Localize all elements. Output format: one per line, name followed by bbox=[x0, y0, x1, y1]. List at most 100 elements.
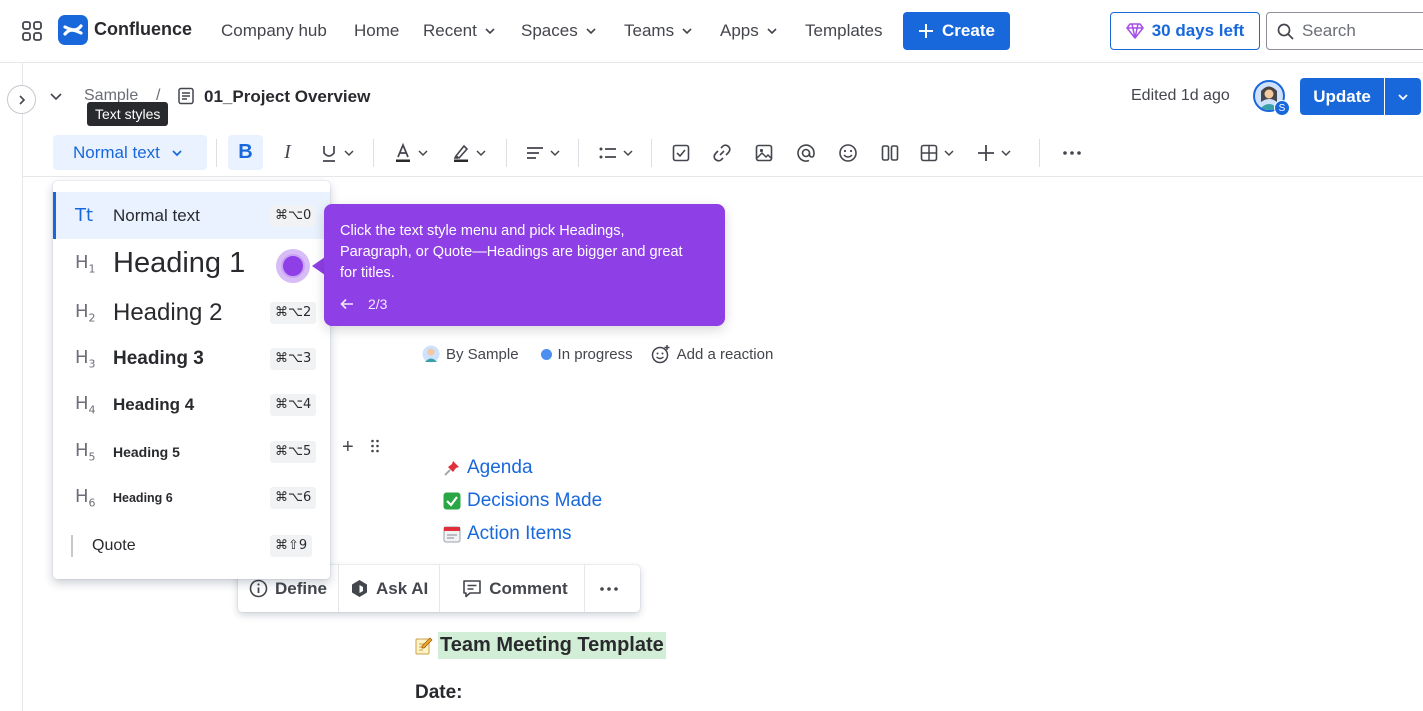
add-reaction-label[interactable]: Add a reaction bbox=[677, 346, 774, 363]
nav-home[interactable]: Home bbox=[354, 20, 399, 42]
content-heading[interactable]: Team Meeting Template bbox=[414, 632, 666, 659]
sidebar-rail bbox=[0, 63, 23, 711]
breadcrumb-page-title[interactable]: 01_Project Overview bbox=[204, 87, 370, 107]
mention-button[interactable] bbox=[789, 135, 823, 170]
create-button[interactable]: Create bbox=[903, 12, 1010, 50]
author-avatar-icon bbox=[422, 345, 440, 363]
edited-status[interactable]: Edited 1d ago bbox=[1131, 87, 1230, 105]
heading-6-icon: H6 bbox=[75, 486, 96, 510]
chevron-down-icon bbox=[344, 149, 354, 156]
bullet-list-icon bbox=[599, 147, 616, 158]
bold-button[interactable]: B bbox=[228, 135, 263, 170]
guide-navigation: 2/3 bbox=[340, 296, 387, 312]
layout-button[interactable] bbox=[873, 135, 907, 170]
columns-icon bbox=[881, 144, 899, 161]
nav-spaces[interactable]: Spaces bbox=[521, 20, 598, 42]
shortcut-badge: ⌘⌥0 bbox=[270, 204, 317, 227]
update-button[interactable]: Update bbox=[1300, 78, 1384, 115]
guide-step-counter: 2/3 bbox=[368, 296, 388, 312]
toolbar-divider bbox=[651, 139, 652, 167]
toolbar-divider bbox=[1039, 139, 1040, 167]
mention-icon bbox=[797, 143, 815, 162]
gem-icon bbox=[1125, 23, 1144, 39]
insert-block-plus-icon[interactable]: + bbox=[342, 436, 354, 459]
more-actions-button[interactable] bbox=[585, 565, 633, 612]
menu-item-heading-4[interactable]: H4 Heading 4 ⌘⌥4 bbox=[53, 382, 330, 428]
date-label[interactable]: Date: bbox=[415, 682, 463, 704]
status-dot bbox=[540, 348, 552, 360]
table-button[interactable] bbox=[913, 135, 961, 170]
menu-item-heading-6[interactable]: H6 Heading 6 ⌘⌥6 bbox=[53, 475, 330, 521]
top-navigation: Confluence Company hub Home Recent Space… bbox=[0, 0, 1423, 63]
nav-apps[interactable]: Apps bbox=[720, 20, 779, 42]
check-mark-button-icon bbox=[443, 492, 461, 510]
heading-1-icon: H1 bbox=[75, 251, 96, 276]
text-style-dropdown[interactable]: Normal text bbox=[53, 135, 207, 170]
menu-item-heading-2[interactable]: H2 Heading 2 ⌘⌥2 bbox=[53, 290, 330, 336]
more-options-button[interactable] bbox=[1055, 135, 1089, 170]
link-icon bbox=[713, 143, 731, 162]
heading-4-icon: H4 bbox=[75, 393, 96, 417]
shortcut-badge: ⌘⇧9 bbox=[270, 535, 313, 557]
toc-link-decisions[interactable]: Decisions Made bbox=[443, 490, 602, 512]
link-button[interactable] bbox=[705, 135, 739, 170]
collapse-chevron-icon[interactable] bbox=[48, 88, 64, 104]
toolbar-divider bbox=[578, 139, 579, 167]
update-options-button[interactable] bbox=[1385, 78, 1421, 115]
expand-sidebar-button[interactable] bbox=[7, 85, 36, 114]
emoji-button[interactable] bbox=[831, 135, 865, 170]
heading-2-icon: H2 bbox=[75, 301, 96, 325]
trial-days-button[interactable]: 30 days left bbox=[1110, 12, 1260, 50]
ask-ai-button[interactable]: Ask AI bbox=[339, 565, 439, 612]
shortcut-badge: ⌘⌥3 bbox=[270, 348, 317, 370]
align-left-icon bbox=[527, 146, 543, 159]
highlighter-icon bbox=[453, 144, 469, 162]
comment-button[interactable]: Comment bbox=[440, 565, 583, 612]
toc-link-agenda[interactable]: Agenda bbox=[443, 457, 533, 479]
list-button[interactable] bbox=[593, 135, 639, 170]
nav-recent[interactable]: Recent bbox=[423, 20, 497, 42]
nav-teams[interactable]: Teams bbox=[624, 20, 694, 42]
drag-handle-icon[interactable] bbox=[370, 438, 380, 454]
toc-link-action-items[interactable]: Action Items bbox=[443, 523, 572, 545]
author-name[interactable]: By Sample bbox=[446, 346, 519, 363]
italic-button[interactable]: I bbox=[270, 135, 305, 170]
page-byline: By Sample In progress Add a reaction bbox=[422, 344, 773, 364]
task-button[interactable] bbox=[664, 135, 698, 170]
page-icon bbox=[178, 87, 194, 105]
walkthrough-popover: Click the text style menu and pick Headi… bbox=[324, 204, 725, 326]
calendar-icon bbox=[443, 526, 461, 543]
text-color-button[interactable] bbox=[388, 135, 434, 170]
nav-templates[interactable]: Templates bbox=[805, 20, 882, 42]
alignment-button[interactable] bbox=[520, 135, 566, 170]
guide-hotspot[interactable] bbox=[276, 249, 310, 283]
app-name[interactable]: Confluence bbox=[94, 19, 192, 40]
insert-button[interactable] bbox=[970, 135, 1018, 170]
search-input[interactable]: Search bbox=[1266, 12, 1423, 50]
hotspot-dot bbox=[281, 254, 305, 278]
italic-icon: I bbox=[284, 141, 291, 163]
menu-item-heading-3[interactable]: H3 Heading 3 ⌘⌥3 bbox=[53, 336, 330, 382]
info-icon bbox=[249, 579, 268, 598]
highlight-button[interactable] bbox=[446, 135, 492, 170]
add-reaction-icon[interactable] bbox=[651, 344, 671, 364]
image-button[interactable] bbox=[747, 135, 781, 170]
back-arrow-icon[interactable] bbox=[340, 298, 354, 310]
menu-item-quote[interactable]: Quote ⌘⇧9 bbox=[53, 523, 330, 569]
nav-company-hub[interactable]: Company hub bbox=[221, 20, 327, 42]
quote-icon bbox=[71, 535, 73, 557]
underline-button[interactable] bbox=[314, 135, 360, 170]
status-label[interactable]: In progress bbox=[558, 346, 633, 363]
chevron-down-icon bbox=[1398, 93, 1408, 100]
app-switcher-icon[interactable] bbox=[22, 21, 42, 41]
shortcut-badge: ⌘⌥4 bbox=[270, 394, 317, 416]
confluence-logo-icon[interactable] bbox=[58, 15, 88, 45]
shortcut-badge: ⌘⌥6 bbox=[270, 487, 317, 509]
chevron-down-icon bbox=[586, 28, 596, 35]
chevron-right-icon bbox=[18, 94, 25, 105]
chevron-down-icon bbox=[485, 28, 495, 35]
underline-icon bbox=[323, 145, 335, 162]
search-icon bbox=[1277, 23, 1294, 40]
menu-item-heading-5[interactable]: H5 Heading 5 ⌘⌥5 bbox=[53, 429, 330, 475]
menu-item-normal-text[interactable]: Tt Normal text ⌘⌥0 bbox=[53, 192, 330, 239]
